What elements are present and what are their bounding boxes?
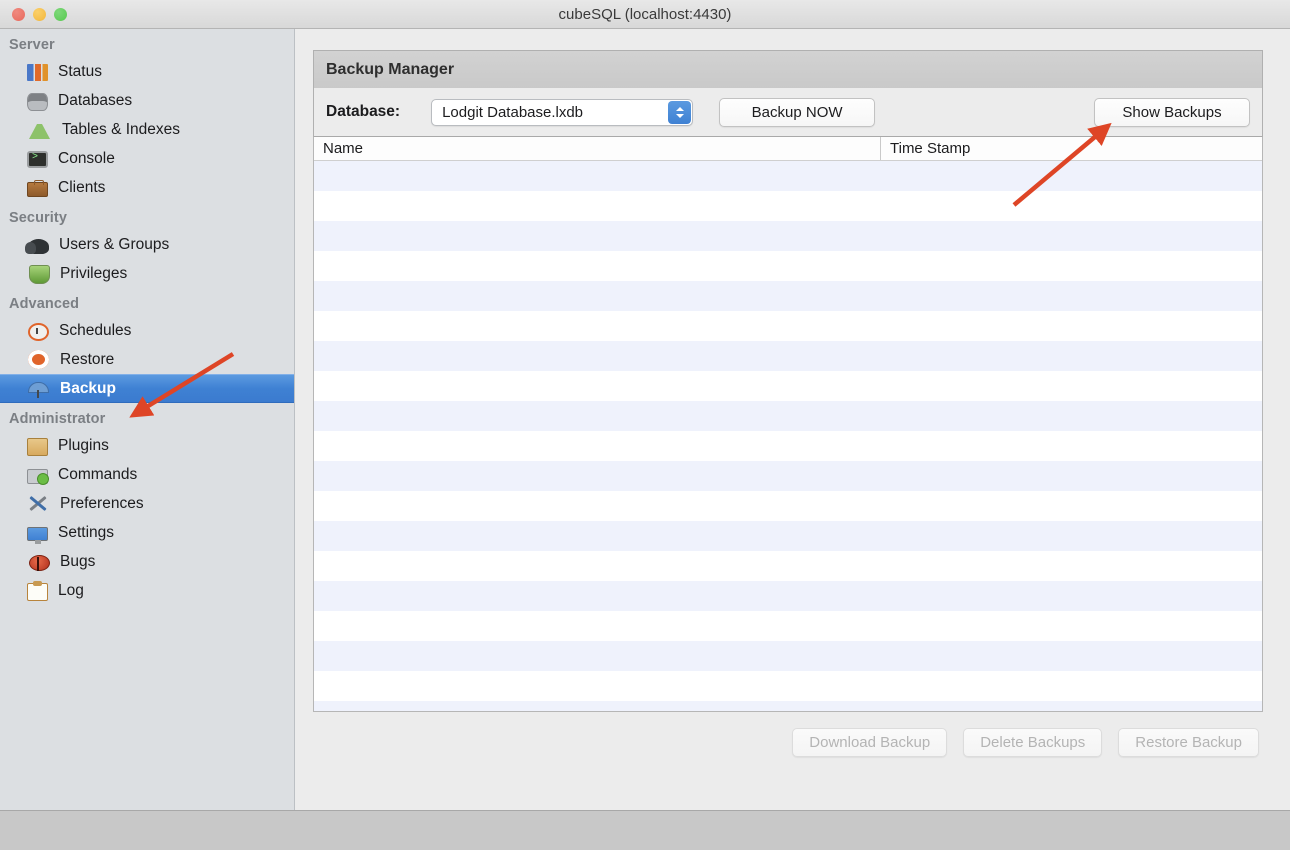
table-row[interactable]: [314, 461, 1262, 491]
sidebar-item-users-groups[interactable]: Users & Groups: [0, 230, 294, 259]
sidebar-item-restore[interactable]: Restore: [0, 345, 294, 374]
show-backups-button[interactable]: Show Backups: [1094, 97, 1250, 127]
download-backup-button[interactable]: Download Backup: [792, 727, 948, 757]
sidebar-item-privileges[interactable]: Privileges: [0, 259, 294, 288]
monitor-icon: [27, 527, 48, 544]
tools-icon: [28, 494, 49, 513]
backup-now-button[interactable]: Backup NOW: [719, 97, 876, 127]
sidebar-item-preferences[interactable]: Preferences: [0, 489, 294, 518]
table-row[interactable]: [314, 551, 1262, 581]
backups-table[interactable]: Name Time Stamp: [313, 136, 1263, 712]
table-row[interactable]: [314, 341, 1262, 371]
sidebar-group-administrator: Administrator: [9, 411, 106, 427]
column-header-time-stamp[interactable]: Time Stamp: [880, 137, 1262, 160]
sidebar-item-label: Clients: [58, 178, 106, 196]
table-row[interactable]: [314, 611, 1262, 641]
sidebar-item-status[interactable]: Status: [0, 57, 294, 86]
sidebar-item-label: Console: [58, 149, 115, 167]
sidebar-item-label: Plugins: [58, 436, 109, 454]
sidebar-item-clients[interactable]: Clients: [0, 173, 294, 202]
bar-chart-icon: [27, 64, 48, 81]
database-label: Database:: [326, 103, 401, 120]
sidebar-item-label: Schedules: [59, 321, 132, 339]
commands-icon: [27, 468, 49, 485]
database-icon: [27, 92, 48, 111]
sidebar-item-log[interactable]: Log: [0, 576, 294, 605]
window-title: cubeSQL (localhost:4430): [558, 6, 732, 23]
column-header-name[interactable]: Name: [314, 137, 880, 160]
sidebar-item-label: Databases: [58, 91, 133, 109]
sidebar-item-bugs[interactable]: Bugs: [0, 547, 294, 576]
table-row[interactable]: [314, 641, 1262, 671]
table-body: [314, 161, 1262, 711]
sidebar-item-label: Backup: [60, 379, 116, 397]
alarm-clock-icon: [28, 322, 49, 341]
sidebar-item-label: Privileges: [60, 264, 128, 282]
briefcase-icon: [27, 180, 48, 197]
clipboard-icon: [27, 580, 48, 601]
chevron-updown-icon[interactable]: [668, 100, 692, 124]
sidebar-item-commands[interactable]: Commands: [0, 460, 294, 489]
table-header-row: Name Time Stamp: [314, 137, 1262, 161]
users-icon: [25, 238, 49, 254]
sidebar-item-label: Log: [58, 581, 84, 599]
backup-manager-panel: Backup Manager Database: Lodgit Database…: [313, 50, 1263, 770]
table-row[interactable]: [314, 701, 1262, 711]
terminal-icon: [27, 151, 48, 168]
sidebar-group-advanced: Advanced: [9, 296, 80, 312]
database-select[interactable]: Lodgit Database.lxdb: [431, 98, 694, 126]
sidebar-item-tables-indexes[interactable]: Tables & Indexes: [0, 115, 294, 144]
sidebar-item-settings[interactable]: Settings: [0, 518, 294, 547]
sidebar-item-label: Restore: [60, 350, 115, 368]
table-row[interactable]: [314, 251, 1262, 281]
sidebar-group-security: Security: [9, 210, 68, 226]
sidebar-item-console[interactable]: Console: [0, 144, 294, 173]
desktop-background: [0, 810, 1290, 850]
sidebar-item-label: Status: [58, 62, 102, 80]
shield-icon: [29, 264, 50, 284]
table-row[interactable]: [314, 371, 1262, 401]
panel-title-bar: Backup Manager: [313, 50, 1263, 88]
sidebar-group-server: Server: [9, 37, 55, 53]
table-row[interactable]: [314, 431, 1262, 461]
main-content: Backup Manager Database: Lodgit Database…: [295, 29, 1290, 810]
sidebar-item-label: Tables & Indexes: [62, 120, 181, 138]
flask-icon: [29, 124, 50, 139]
database-select-value: Lodgit Database.lxdb: [442, 103, 584, 121]
sidebar-item-label: Users & Groups: [59, 235, 170, 253]
table-row[interactable]: [314, 491, 1262, 521]
package-icon: [27, 437, 48, 456]
app-window: cubeSQL (localhost:4430) Server Status Dat…: [0, 0, 1290, 810]
table-row[interactable]: [314, 311, 1262, 341]
table-row[interactable]: [314, 581, 1262, 611]
sidebar-item-label: Preferences: [60, 494, 144, 512]
table-row[interactable]: [314, 161, 1262, 191]
page-title: Backup Manager: [326, 60, 455, 78]
table-row[interactable]: [314, 521, 1262, 551]
umbrella-icon: [28, 379, 49, 398]
sidebar-item-schedules[interactable]: Schedules: [0, 316, 294, 345]
toolbar: Database: Lodgit Database.lxdb Backup NO…: [313, 88, 1263, 136]
restore-backup-button[interactable]: Restore Backup: [1118, 727, 1259, 757]
table-row[interactable]: [314, 281, 1262, 311]
sidebar-item-label: Commands: [58, 465, 138, 483]
table-row[interactable]: [314, 221, 1262, 251]
sidebar-item-plugins[interactable]: Plugins: [0, 431, 294, 460]
table-row[interactable]: [314, 671, 1262, 701]
table-row[interactable]: [314, 401, 1262, 431]
table-row[interactable]: [314, 191, 1262, 221]
ladybug-icon: [29, 555, 50, 571]
sidebar-item-label: Settings: [58, 523, 115, 541]
sidebar-item-databases[interactable]: Databases: [0, 86, 294, 115]
sidebar-item-label: Bugs: [60, 552, 96, 570]
lifebuoy-icon: [28, 350, 49, 369]
footer-actions: Download Backup Delete Backups Restore B…: [313, 714, 1263, 770]
title-bar: cubeSQL (localhost:4430): [0, 0, 1290, 29]
sidebar-item-backup[interactable]: Backup: [0, 374, 294, 403]
sidebar: ServerStatus Databases Tables & Indexes Con…: [0, 29, 295, 810]
delete-backups-button[interactable]: Delete Backups: [963, 727, 1103, 757]
